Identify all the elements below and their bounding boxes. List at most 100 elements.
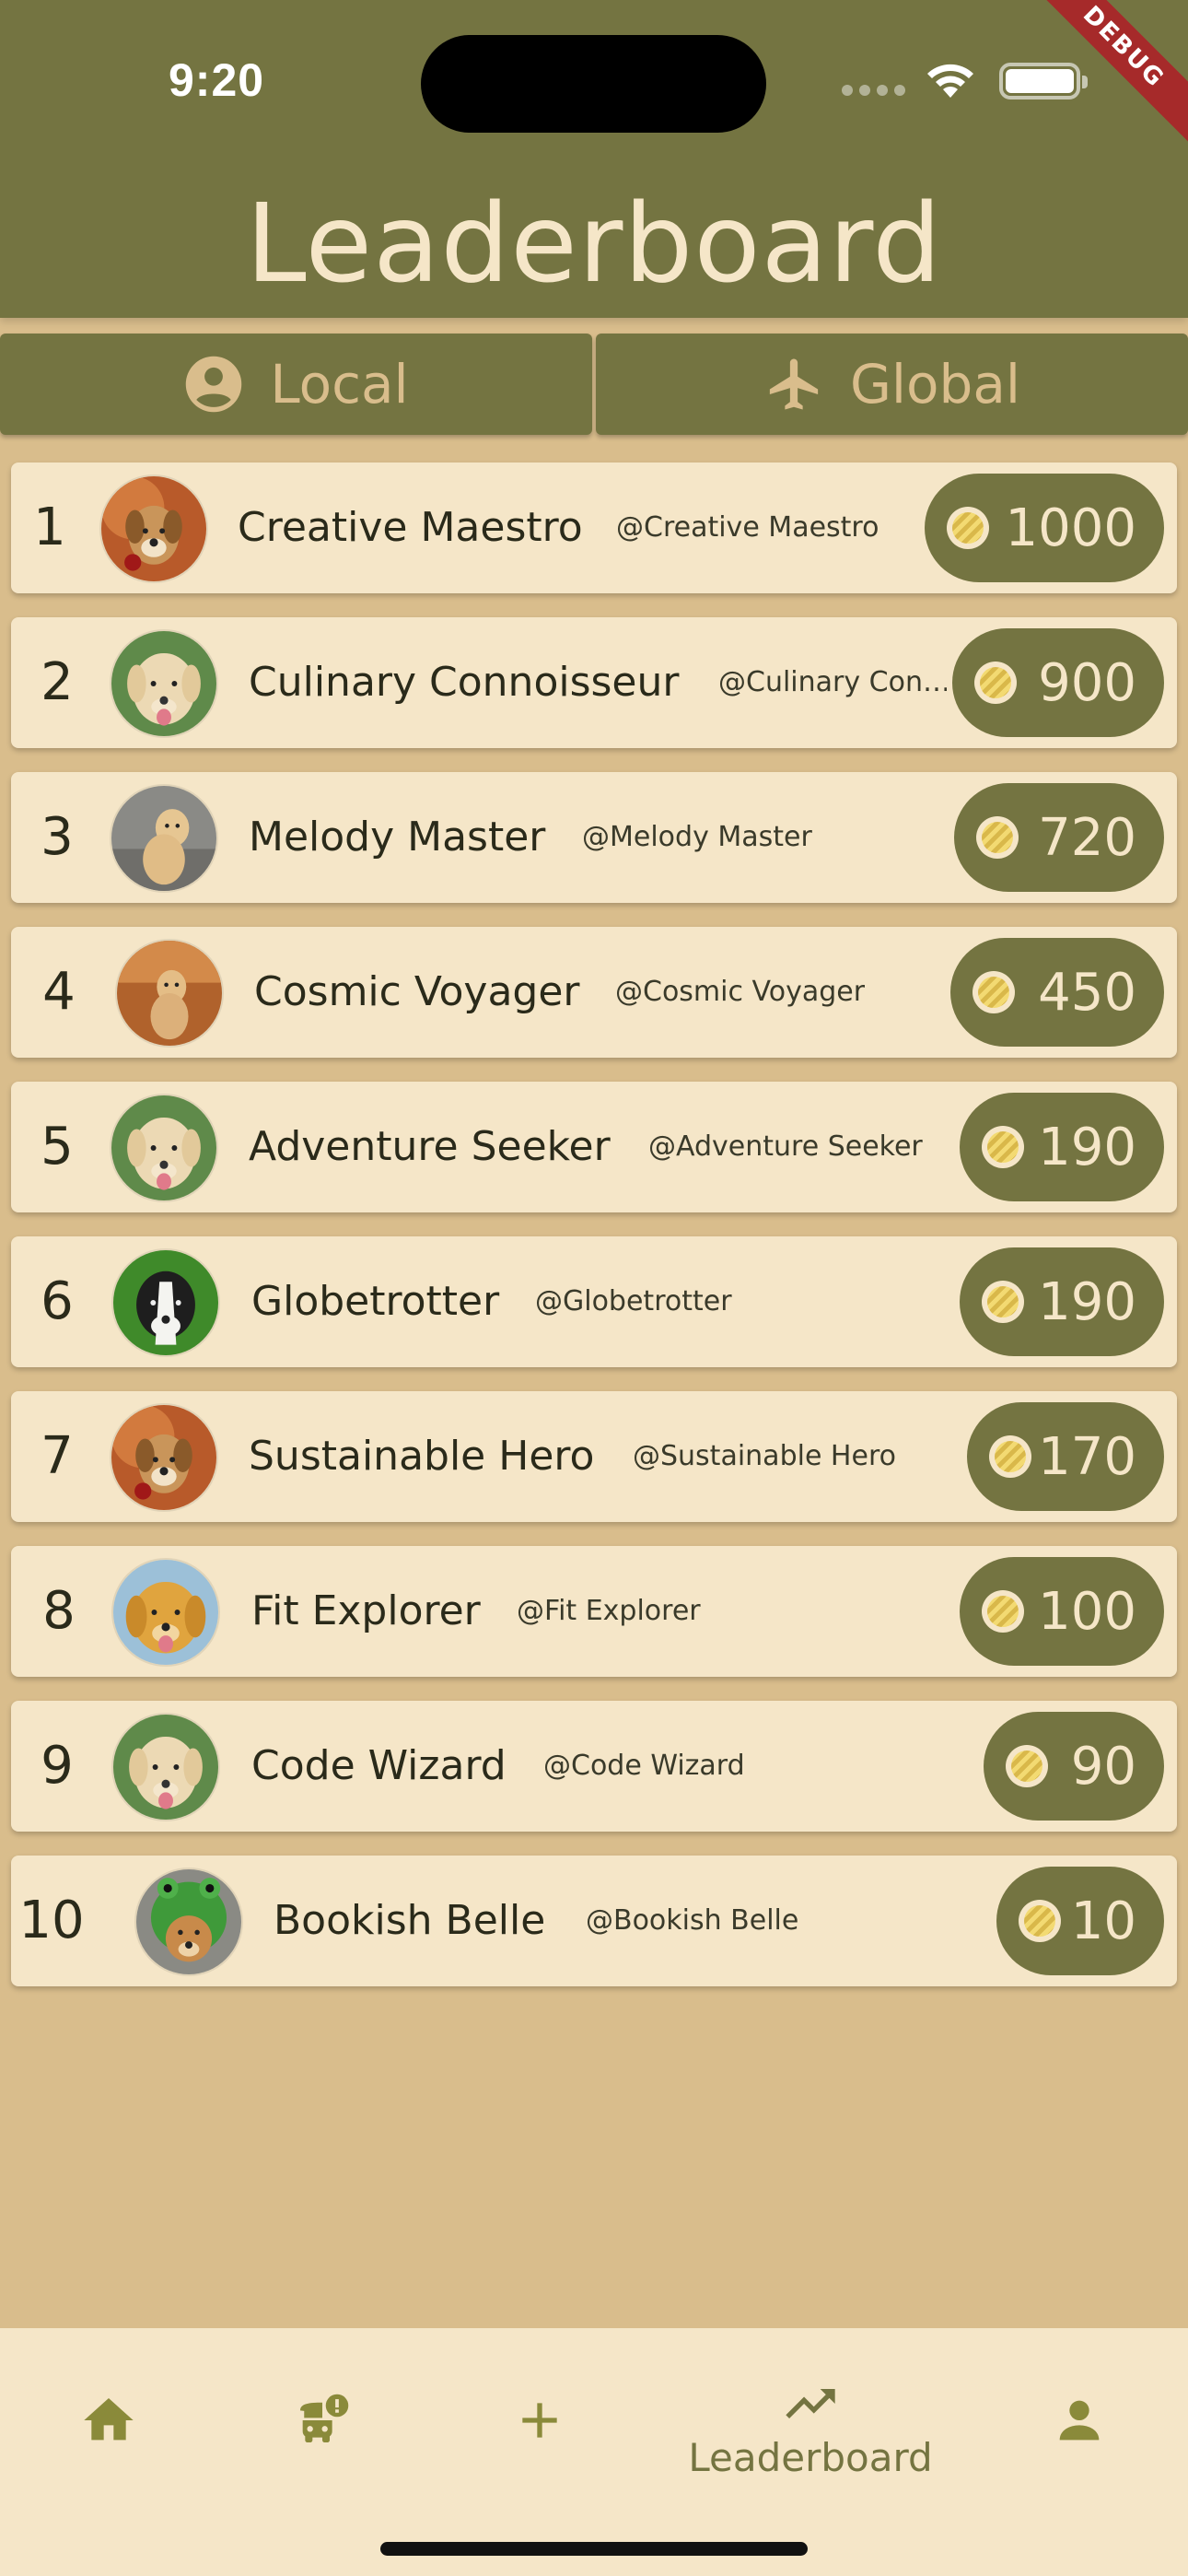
points-value: 1000 — [1005, 498, 1136, 558]
points-value: 720 — [1038, 807, 1136, 868]
player-name: Creative Maestro — [238, 504, 583, 551]
account-circle-icon — [186, 356, 242, 413]
points-value: 100 — [1038, 1581, 1136, 1642]
leaderboard-row[interactable]: 1 Creative Maestro @Creative Maestro 100… — [11, 463, 1177, 593]
player-handle: @Cosmic Voyager — [615, 976, 866, 1008]
bottom-navigation: Leaderboard — [0, 2328, 1188, 2576]
points-value: 10 — [1070, 1891, 1136, 1951]
coin-icon — [1019, 1900, 1061, 1942]
coin-icon — [982, 1126, 1024, 1168]
avatar — [111, 1248, 220, 1357]
coin-icon — [947, 507, 989, 549]
airplane-icon — [769, 358, 819, 410]
battery-icon — [999, 63, 1088, 100]
player-name: Culinary Connoisseur — [249, 659, 680, 706]
tab-local[interactable]: Local — [0, 334, 592, 435]
rank: 8 — [42, 1581, 76, 1641]
cellular-signal-icon — [842, 85, 905, 96]
home-indicator — [380, 2542, 808, 2556]
rank: 6 — [41, 1271, 74, 1331]
points-badge: 190 — [960, 1247, 1164, 1356]
points-badge: 90 — [984, 1712, 1164, 1821]
leaderboard-row[interactable]: 8 Fit Explorer @Fit Explorer 100 — [11, 1546, 1177, 1677]
player-name: Sustainable Hero — [249, 1433, 595, 1480]
points-badge: 450 — [950, 938, 1164, 1047]
leaderboard-row[interactable]: 2 Culinary Connoisseur @Culinary Con… 90… — [11, 617, 1177, 748]
add-icon — [522, 2403, 557, 2438]
points-value: 190 — [1038, 1117, 1136, 1177]
player-name: Adventure Seeker — [249, 1123, 611, 1170]
player-name: Bookish Belle — [274, 1897, 546, 1944]
player-name: Melody Master — [249, 814, 546, 861]
player-handle: @Code Wizard — [543, 1750, 745, 1782]
avatar — [111, 1558, 220, 1667]
nav-leaderboard[interactable]: Leaderboard — [663, 2328, 958, 2512]
points-badge: 720 — [954, 783, 1164, 892]
player-handle: @Creative Maestro — [616, 511, 879, 544]
coin-icon — [982, 1281, 1024, 1323]
points-badge: 190 — [960, 1093, 1164, 1201]
rank: 7 — [41, 1426, 74, 1486]
player-name: Code Wizard — [251, 1742, 507, 1789]
player-handle: @Globetrotter — [535, 1285, 732, 1317]
leaderboard-row[interactable]: 5 Adventure Seeker @Adventure Seeker 190 — [11, 1082, 1177, 1212]
player-name: Globetrotter — [251, 1278, 500, 1325]
nav-home[interactable] — [50, 2328, 168, 2512]
coin-icon — [976, 816, 1019, 859]
player-handle: @Culinary Con… — [718, 666, 947, 698]
avatar — [134, 1868, 243, 1976]
avatar — [110, 1403, 218, 1512]
rank: 10 — [18, 1891, 85, 1950]
tab-global-label: Global — [849, 353, 1021, 416]
points-badge: 900 — [952, 628, 1164, 737]
player-handle: @Fit Explorer — [517, 1595, 701, 1627]
player-name: Fit Explorer — [251, 1587, 481, 1634]
trending-up-icon — [786, 2388, 835, 2418]
points-value: 170 — [1038, 1426, 1136, 1487]
avatar — [99, 474, 208, 583]
leaderboard-row[interactable]: 6 Globetrotter @Globetrotter 190 — [11, 1236, 1177, 1367]
rank: 9 — [41, 1736, 74, 1796]
tab-local-label: Local — [270, 353, 409, 416]
points-value: 90 — [1070, 1736, 1136, 1797]
home-icon — [84, 2398, 134, 2441]
dynamic-island — [421, 35, 766, 133]
points-value: 900 — [1038, 652, 1136, 713]
leaderboard-row[interactable]: 10 Bookish Belle @Bookish Belle 10 — [11, 1856, 1177, 1986]
rank: 4 — [42, 962, 76, 1022]
coin-icon — [1006, 1745, 1048, 1787]
avatar — [115, 939, 224, 1048]
player-handle: @Adventure Seeker — [648, 1130, 923, 1163]
rank: 3 — [41, 807, 74, 867]
rank: 5 — [41, 1117, 74, 1177]
wifi-icon — [927, 64, 973, 98]
player-handle: @Melody Master — [582, 821, 812, 853]
status-time: 9:20 — [169, 54, 265, 106]
tab-global[interactable]: Global — [596, 334, 1188, 435]
bus-alert-icon — [300, 2394, 349, 2442]
leaderboard-row[interactable]: 7 Sustainable Hero @Sustainable Hero 170 — [11, 1391, 1177, 1522]
points-badge: 100 — [960, 1557, 1164, 1666]
avatar — [110, 1094, 218, 1202]
nav-transit-alerts[interactable] — [263, 2328, 381, 2512]
nav-leaderboard-label: Leaderboard — [688, 2434, 933, 2480]
leaderboard-row[interactable]: 9 Code Wizard @Code Wizard 90 — [11, 1701, 1177, 1832]
rank: 1 — [33, 498, 66, 557]
scope-tabs: Local Global — [0, 334, 1188, 435]
leaderboard-row[interactable]: 3 Melody Master @Melody Master 720 — [11, 772, 1177, 903]
app-header: 9:20 DEBUG Leaderboard — [0, 0, 1188, 318]
points-value: 190 — [1038, 1271, 1136, 1332]
nav-add[interactable] — [481, 2328, 599, 2512]
nav-profile[interactable] — [1020, 2328, 1138, 2512]
coin-icon — [974, 662, 1017, 704]
avatar — [110, 784, 218, 893]
coin-icon — [989, 1435, 1031, 1478]
avatar — [110, 629, 218, 738]
points-value: 450 — [1038, 962, 1136, 1023]
leaderboard-row[interactable]: 4 Cosmic Voyager @Cosmic Voyager 450 — [11, 927, 1177, 1058]
points-badge: 10 — [996, 1867, 1164, 1975]
points-badge: 170 — [967, 1402, 1164, 1511]
coin-icon — [973, 971, 1015, 1013]
points-badge: 1000 — [925, 474, 1164, 582]
player-handle: @Bookish Belle — [586, 1904, 799, 1937]
